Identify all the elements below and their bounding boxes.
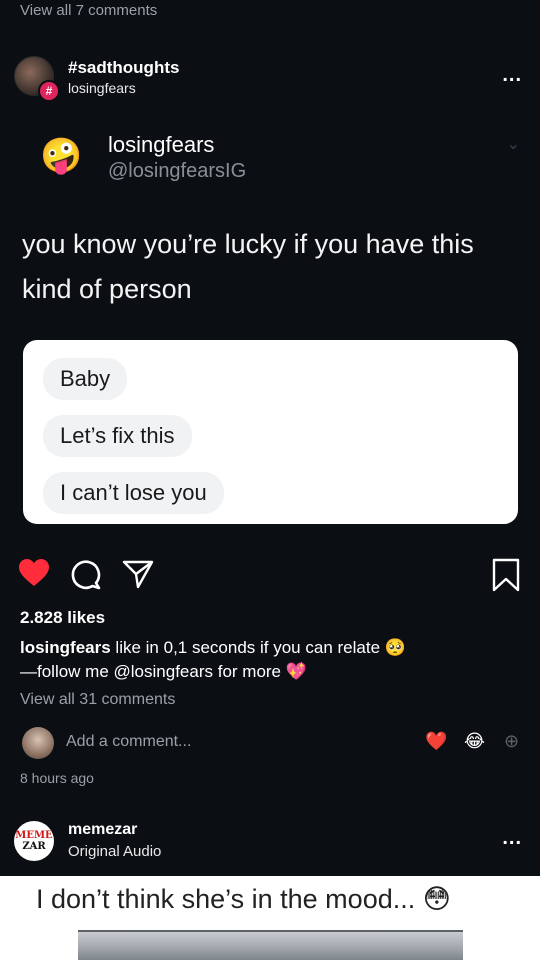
original-audio-link[interactable]: Original Audio — [68, 843, 161, 860]
post-caption: losingfears like in 0,1 seconds if you c… — [20, 636, 520, 684]
message-card: Baby Let’s fix this I can’t lose you — [23, 340, 518, 524]
post-timestamp: 8 hours ago — [20, 770, 94, 786]
laughing-reaction-icon[interactable]: 😂 — [464, 731, 485, 752]
comment-icon[interactable] — [70, 559, 102, 596]
heart-reaction-icon[interactable]: ❤️ — [425, 731, 447, 752]
caption-username[interactable]: losingfears — [20, 638, 111, 657]
like-heart-icon[interactable] — [18, 558, 50, 593]
post-header: MEME ZAR memezar Original Audio ... — [0, 815, 540, 867]
post-hashtag-title[interactable]: #sadthoughts — [68, 58, 179, 78]
action-bar — [0, 556, 540, 596]
message-bubble: I can’t lose you — [43, 472, 224, 514]
logo-text-top: MEME — [15, 830, 53, 841]
post-username[interactable]: memezar — [68, 821, 137, 839]
hashtag-badge-icon: # — [38, 80, 60, 102]
tweet-text: you know you’re lucky if you have this k… — [22, 229, 474, 304]
avatar — [22, 727, 54, 759]
next-post-media: I don’t think she’s in the mood... 😳 — [0, 876, 540, 960]
add-comment-bar: Add a comment... ❤️ 😂 ⊕ — [0, 725, 540, 761]
add-comment-input[interactable]: Add a comment... — [66, 733, 191, 751]
add-reaction-icon[interactable]: ⊕ — [504, 731, 519, 752]
more-options-button[interactable]: ... — [502, 827, 522, 850]
media-image — [78, 930, 463, 960]
bookmark-icon[interactable] — [492, 558, 520, 597]
more-options-button[interactable]: ... — [502, 64, 522, 87]
post-username[interactable]: losingfears — [68, 80, 136, 96]
share-icon[interactable] — [122, 559, 154, 594]
view-all-comments-previous[interactable]: View all 7 comments — [20, 2, 157, 19]
like-count[interactable]: 2.828 likes — [20, 608, 105, 628]
caption-line2: —follow me @losingfears for more 💖 — [20, 662, 307, 681]
view-all-comments-link[interactable]: View all 31 comments — [20, 691, 175, 709]
tweet-handle: @losingfearsIG — [108, 160, 247, 182]
caption-text: like in 0,1 seconds if you can relate 🥺 — [110, 638, 406, 657]
post-header: # #sadthoughts losingfears ... — [0, 48, 540, 106]
tweet-header: 🤪 losingfears @losingfearsIG ⌄ — [0, 120, 540, 200]
media-caption-text: I don’t think she’s in the mood... 😳 — [36, 884, 451, 914]
logo-text-bottom: ZAR — [22, 841, 46, 852]
tweet-avatar-emoji: 🤪 — [40, 137, 83, 175]
message-bubble: Let’s fix this — [43, 415, 192, 457]
memezar-logo-avatar[interactable]: MEME ZAR — [14, 821, 54, 861]
chevron-down-icon: ⌄ — [506, 136, 520, 153]
tweet-display-name: losingfears — [108, 132, 215, 157]
message-bubble: Baby — [43, 358, 128, 400]
